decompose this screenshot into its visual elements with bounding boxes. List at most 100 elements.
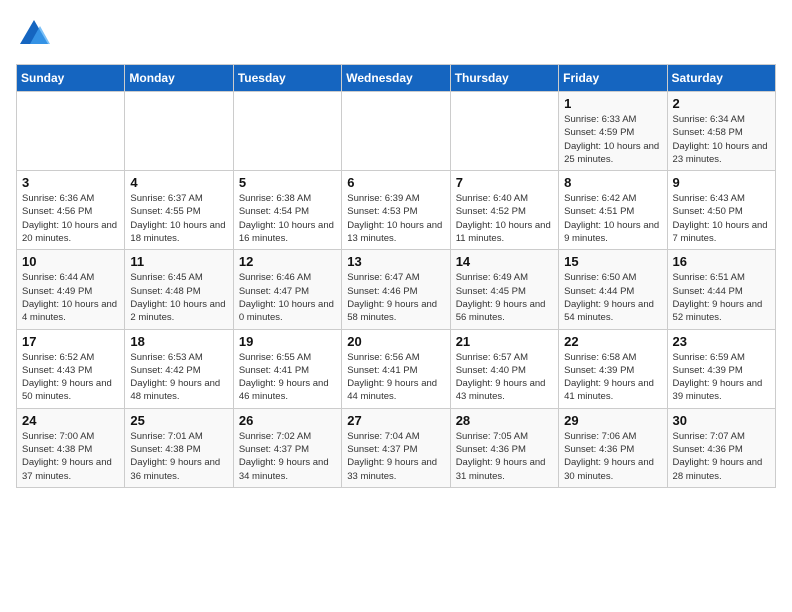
calendar-cell: 23 Sunrise: 6:59 AM Sunset: 4:39 PM Dayli… bbox=[667, 329, 775, 408]
day-info: Sunrise: 6:39 AM Sunset: 4:53 PM Dayligh… bbox=[347, 192, 444, 245]
day-info: Sunrise: 6:56 AM Sunset: 4:41 PM Dayligh… bbox=[347, 351, 444, 404]
day-info: Sunrise: 6:57 AM Sunset: 4:40 PM Dayligh… bbox=[456, 351, 553, 404]
calendar-cell: 2 Sunrise: 6:34 AM Sunset: 4:58 PM Daylig… bbox=[667, 92, 775, 171]
day-number: 14 bbox=[456, 254, 553, 269]
day-info: Sunrise: 6:50 AM Sunset: 4:44 PM Dayligh… bbox=[564, 271, 661, 324]
calendar-cell: 29 Sunrise: 7:06 AM Sunset: 4:36 PM Dayli… bbox=[559, 408, 667, 487]
day-header-sunday: Sunday bbox=[17, 65, 125, 92]
calendar: SundayMondayTuesdayWednesdayThursdayFrid… bbox=[16, 64, 776, 488]
calendar-cell: 11Sunrise: 6:45 AM Sunset: 4:48 PM Dayli… bbox=[125, 250, 233, 329]
day-number: 3 bbox=[22, 175, 119, 190]
calendar-cell: 9 Sunrise: 6:43 AM Sunset: 4:50 PM Daylig… bbox=[667, 171, 775, 250]
calendar-cell bbox=[342, 92, 450, 171]
day-info: Sunrise: 6:40 AM Sunset: 4:52 PM Dayligh… bbox=[456, 192, 553, 245]
day-info: Sunrise: 6:58 AM Sunset: 4:39 PM Dayligh… bbox=[564, 351, 661, 404]
day-info: Sunrise: 6:42 AM Sunset: 4:51 PM Dayligh… bbox=[564, 192, 661, 245]
day-number: 24 bbox=[22, 413, 119, 428]
day-number: 1 bbox=[564, 96, 661, 111]
day-info: Sunrise: 6:38 AM Sunset: 4:54 PM Dayligh… bbox=[239, 192, 336, 245]
calendar-cell: 10 Sunrise: 6:44 AM Sunset: 4:49 PM Dayli… bbox=[17, 250, 125, 329]
day-number: 25 bbox=[130, 413, 227, 428]
page-header bbox=[16, 16, 776, 52]
calendar-cell: 8Sunrise: 6:42 AM Sunset: 4:51 PM Daylig… bbox=[559, 171, 667, 250]
calendar-cell: 4 Sunrise: 6:37 AM Sunset: 4:55 PM Daylig… bbox=[125, 171, 233, 250]
day-number: 10 bbox=[22, 254, 119, 269]
calendar-cell: 19 Sunrise: 6:55 AM Sunset: 4:41 PM Dayli… bbox=[233, 329, 341, 408]
day-header-tuesday: Tuesday bbox=[233, 65, 341, 92]
day-info: Sunrise: 7:04 AM Sunset: 4:37 PM Dayligh… bbox=[347, 430, 444, 483]
calendar-week-3: 10 Sunrise: 6:44 AM Sunset: 4:49 PM Dayli… bbox=[17, 250, 776, 329]
day-number: 2 bbox=[673, 96, 770, 111]
day-info: Sunrise: 6:47 AM Sunset: 4:46 PM Dayligh… bbox=[347, 271, 444, 324]
day-number: 30 bbox=[673, 413, 770, 428]
calendar-cell: 16Sunrise: 6:51 AM Sunset: 4:44 PM Dayli… bbox=[667, 250, 775, 329]
calendar-cell bbox=[450, 92, 558, 171]
calendar-cell: 22 Sunrise: 6:58 AM Sunset: 4:39 PM Dayli… bbox=[559, 329, 667, 408]
calendar-cell: 5 Sunrise: 6:38 AM Sunset: 4:54 PM Daylig… bbox=[233, 171, 341, 250]
calendar-week-1: 1 Sunrise: 6:33 AM Sunset: 4:59 PM Daylig… bbox=[17, 92, 776, 171]
calendar-cell: 18Sunrise: 6:53 AM Sunset: 4:42 PM Dayli… bbox=[125, 329, 233, 408]
calendar-header-row: SundayMondayTuesdayWednesdayThursdayFrid… bbox=[17, 65, 776, 92]
day-number: 23 bbox=[673, 334, 770, 349]
calendar-cell: 14 Sunrise: 6:49 AM Sunset: 4:45 PM Dayli… bbox=[450, 250, 558, 329]
calendar-cell: 12 Sunrise: 6:46 AM Sunset: 4:47 PM Dayli… bbox=[233, 250, 341, 329]
day-info: Sunrise: 6:43 AM Sunset: 4:50 PM Dayligh… bbox=[673, 192, 770, 245]
day-number: 9 bbox=[673, 175, 770, 190]
calendar-cell: 21 Sunrise: 6:57 AM Sunset: 4:40 PM Dayli… bbox=[450, 329, 558, 408]
calendar-cell: 27 Sunrise: 7:04 AM Sunset: 4:37 PM Dayli… bbox=[342, 408, 450, 487]
day-number: 22 bbox=[564, 334, 661, 349]
day-number: 18 bbox=[130, 334, 227, 349]
day-info: Sunrise: 6:44 AM Sunset: 4:49 PM Dayligh… bbox=[22, 271, 119, 324]
day-info: Sunrise: 7:06 AM Sunset: 4:36 PM Dayligh… bbox=[564, 430, 661, 483]
logo bbox=[16, 16, 56, 52]
day-info: Sunrise: 6:49 AM Sunset: 4:45 PM Dayligh… bbox=[456, 271, 553, 324]
day-number: 27 bbox=[347, 413, 444, 428]
day-info: Sunrise: 6:55 AM Sunset: 4:41 PM Dayligh… bbox=[239, 351, 336, 404]
day-number: 21 bbox=[456, 334, 553, 349]
day-info: Sunrise: 7:07 AM Sunset: 4:36 PM Dayligh… bbox=[673, 430, 770, 483]
day-info: Sunrise: 7:00 AM Sunset: 4:38 PM Dayligh… bbox=[22, 430, 119, 483]
day-number: 5 bbox=[239, 175, 336, 190]
day-number: 7 bbox=[456, 175, 553, 190]
day-info: Sunrise: 6:46 AM Sunset: 4:47 PM Dayligh… bbox=[239, 271, 336, 324]
calendar-cell: 1 Sunrise: 6:33 AM Sunset: 4:59 PM Daylig… bbox=[559, 92, 667, 171]
day-info: Sunrise: 6:37 AM Sunset: 4:55 PM Dayligh… bbox=[130, 192, 227, 245]
day-header-wednesday: Wednesday bbox=[342, 65, 450, 92]
day-info: Sunrise: 7:01 AM Sunset: 4:38 PM Dayligh… bbox=[130, 430, 227, 483]
calendar-cell: 17 Sunrise: 6:52 AM Sunset: 4:43 PM Dayli… bbox=[17, 329, 125, 408]
calendar-cell: 13 Sunrise: 6:47 AM Sunset: 4:46 PM Dayli… bbox=[342, 250, 450, 329]
day-number: 16 bbox=[673, 254, 770, 269]
day-number: 15 bbox=[564, 254, 661, 269]
calendar-cell: 25 Sunrise: 7:01 AM Sunset: 4:38 PM Dayli… bbox=[125, 408, 233, 487]
calendar-cell bbox=[17, 92, 125, 171]
calendar-cell: 6 Sunrise: 6:39 AM Sunset: 4:53 PM Daylig… bbox=[342, 171, 450, 250]
calendar-week-5: 24 Sunrise: 7:00 AM Sunset: 4:38 PM Dayli… bbox=[17, 408, 776, 487]
day-info: Sunrise: 6:59 AM Sunset: 4:39 PM Dayligh… bbox=[673, 351, 770, 404]
day-header-monday: Monday bbox=[125, 65, 233, 92]
day-number: 19 bbox=[239, 334, 336, 349]
day-number: 4 bbox=[130, 175, 227, 190]
calendar-cell bbox=[125, 92, 233, 171]
day-info: Sunrise: 7:05 AM Sunset: 4:36 PM Dayligh… bbox=[456, 430, 553, 483]
day-header-friday: Friday bbox=[559, 65, 667, 92]
day-header-thursday: Thursday bbox=[450, 65, 558, 92]
day-number: 12 bbox=[239, 254, 336, 269]
day-number: 13 bbox=[347, 254, 444, 269]
day-info: Sunrise: 6:36 AM Sunset: 4:56 PM Dayligh… bbox=[22, 192, 119, 245]
calendar-week-2: 3 Sunrise: 6:36 AM Sunset: 4:56 PM Daylig… bbox=[17, 171, 776, 250]
day-info: Sunrise: 7:02 AM Sunset: 4:37 PM Dayligh… bbox=[239, 430, 336, 483]
day-number: 17 bbox=[22, 334, 119, 349]
calendar-cell bbox=[233, 92, 341, 171]
day-info: Sunrise: 6:34 AM Sunset: 4:58 PM Dayligh… bbox=[673, 113, 770, 166]
logo-icon bbox=[16, 16, 52, 52]
day-info: Sunrise: 6:45 AM Sunset: 4:48 PM Dayligh… bbox=[130, 271, 227, 324]
calendar-cell: 7 Sunrise: 6:40 AM Sunset: 4:52 PM Daylig… bbox=[450, 171, 558, 250]
day-info: Sunrise: 6:52 AM Sunset: 4:43 PM Dayligh… bbox=[22, 351, 119, 404]
calendar-cell: 15 Sunrise: 6:50 AM Sunset: 4:44 PM Dayli… bbox=[559, 250, 667, 329]
day-info: Sunrise: 6:33 AM Sunset: 4:59 PM Dayligh… bbox=[564, 113, 661, 166]
day-number: 28 bbox=[456, 413, 553, 428]
day-header-saturday: Saturday bbox=[667, 65, 775, 92]
day-number: 29 bbox=[564, 413, 661, 428]
day-number: 6 bbox=[347, 175, 444, 190]
calendar-cell: 24 Sunrise: 7:00 AM Sunset: 4:38 PM Dayli… bbox=[17, 408, 125, 487]
